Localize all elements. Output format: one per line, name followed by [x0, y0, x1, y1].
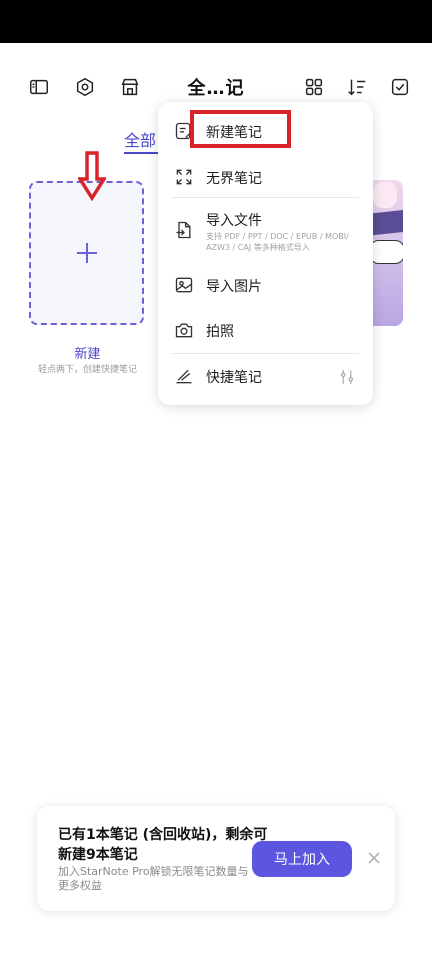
- new-notebook-card[interactable]: [29, 181, 144, 325]
- sort-icon[interactable]: [343, 68, 371, 106]
- upgrade-banner: 已有1本笔记 (含回收站)，剩余可新建9本笔记 加入StarNote Pro解锁…: [37, 806, 395, 911]
- image-icon: [175, 277, 193, 293]
- menu-label: 拍照: [206, 324, 234, 340]
- tab-all[interactable]: 全部: [124, 127, 156, 151]
- new-notebook-label: 新建: [74, 347, 101, 362]
- cover-decoration: [373, 182, 397, 208]
- menu-divider: [172, 353, 359, 354]
- menu-divider: [172, 197, 359, 198]
- import-file-icon: [176, 221, 191, 239]
- camera-icon: [175, 323, 193, 338]
- quick-pen-icon: [176, 369, 192, 384]
- down-arrow-icon: [78, 151, 106, 201]
- menu-item-import-file[interactable]: 导入文件 支持 PDF / PPT / DOC / EPUB / MOBI/ A…: [158, 206, 373, 258]
- menu-label: 快捷笔记: [206, 370, 262, 386]
- page-title: 全…记: [187, 78, 245, 99]
- menu-label: 无界笔记: [206, 171, 262, 187]
- menu-item-infinite-note[interactable]: 无界笔记: [158, 164, 373, 194]
- plus-icon: [77, 243, 97, 263]
- store-icon[interactable]: [116, 68, 144, 106]
- menu-item-quick-note[interactable]: 快捷笔记: [158, 362, 373, 392]
- select-check-icon[interactable]: [386, 68, 414, 106]
- cover-bubble: [369, 240, 403, 264]
- sidebar-icon[interactable]: [25, 68, 53, 106]
- menu-sublabel: 支持 PDF / PPT / DOC / EPUB / MOBI/ AZW3 /…: [206, 232, 349, 252]
- menu-item-import-image[interactable]: 导入图片: [158, 272, 373, 302]
- hexagon-settings-icon[interactable]: [71, 68, 99, 106]
- highlight-box: [190, 110, 291, 148]
- expand-icon: [176, 169, 192, 185]
- status-bar: [0, 0, 432, 43]
- join-now-button[interactable]: 马上加入: [252, 841, 352, 877]
- grid-view-icon[interactable]: [300, 68, 328, 106]
- sliders-icon[interactable]: [338, 368, 356, 386]
- close-icon[interactable]: [367, 851, 381, 865]
- menu-item-take-photo[interactable]: 拍照: [158, 317, 373, 347]
- banner-subtitle: 加入StarNote Pro解锁无限笔记数量与更多权益: [58, 865, 249, 892]
- new-notebook-hint: 轻点两下，创建快捷笔记: [37, 365, 137, 375]
- banner-title: 已有1本笔记 (含回收站)，剩余可新建9本笔记: [58, 827, 268, 863]
- menu-label: 导入图片: [206, 279, 262, 295]
- menu-label: 导入文件: [206, 213, 262, 229]
